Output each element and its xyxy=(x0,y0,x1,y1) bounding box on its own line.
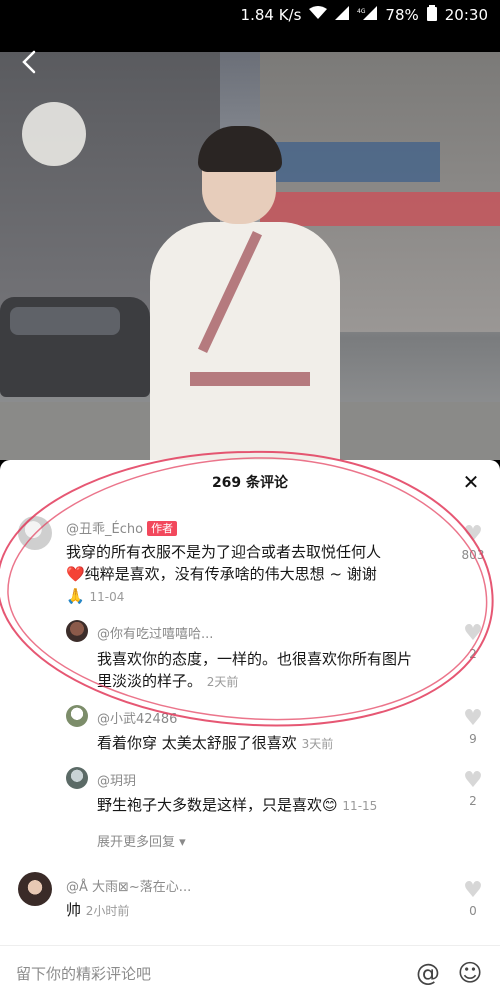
avatar[interactable] xyxy=(66,767,88,789)
heart-icon[interactable]: ♥ xyxy=(458,708,488,730)
comment-username[interactable]: @丑乖_Écho 作者 xyxy=(66,518,178,537)
reply-item: @你有吃过嘻嘻哈... 我喜欢你的态度，一样的。也很喜欢你所有图片 里淡淡的样子… xyxy=(0,620,500,692)
comment-username[interactable]: @小武42486 xyxy=(97,708,177,727)
clock: 20:30 xyxy=(444,6,488,24)
signal-icon xyxy=(335,6,350,24)
comment-line: 看着你穿 太美太舒服了很喜欢 xyxy=(97,734,297,752)
heart-icon[interactable]: ♥ xyxy=(458,770,488,792)
like-count: 9 xyxy=(469,732,477,746)
comment-text: 看着你穿 太美太舒服了很喜欢 3天前 xyxy=(97,732,457,755)
emoji-icon[interactable]: ☺ xyxy=(456,959,484,987)
at-mention-icon[interactable]: @ xyxy=(414,959,442,987)
heart-icon[interactable]: ♥ xyxy=(458,880,488,902)
comment-text: 我穿的所有衣服不是为了迎合或者去取悦任何人 ❤️纯粹是喜欢，没有传承啥的伟大思想… xyxy=(66,541,446,608)
car-window xyxy=(10,307,120,335)
comment-line: ❤️纯粹是喜欢，没有传承啥的伟大思想 ~ 谢谢 xyxy=(66,565,377,583)
like-button[interactable]: ♥ 803 xyxy=(458,524,488,563)
author-badge: 作者 xyxy=(147,521,178,536)
comment-username[interactable]: @玥玥 xyxy=(97,770,136,789)
username-text[interactable]: @丑乖_Écho xyxy=(66,522,143,537)
avatar[interactable] xyxy=(66,620,88,642)
battery-icon xyxy=(426,5,437,25)
comment-time: 3天前 xyxy=(301,737,334,751)
video-preview[interactable] xyxy=(0,52,500,460)
like-button[interactable]: ♥ 2 xyxy=(458,770,488,809)
4g-signal-icon: 4G xyxy=(357,6,378,24)
avatar[interactable] xyxy=(66,705,88,727)
like-count: 803 xyxy=(461,548,485,562)
comment-text: 帅 2小时前 xyxy=(66,899,426,922)
comment-username[interactable]: @Å 大雨⊠~落在心... xyxy=(66,876,191,895)
comment-time: 2天前 xyxy=(206,675,239,689)
heart-icon[interactable]: ♥ xyxy=(458,524,488,546)
like-count: 2 xyxy=(469,794,477,808)
network-speed: 1.84 K/s xyxy=(240,6,302,24)
comment-line: 野生袍子大多数是这样，只是喜欢😊 xyxy=(97,796,338,814)
expand-label[interactable]: 展开更多回复 xyxy=(97,835,175,850)
expand-replies-button[interactable]: 展开更多回复 ▾ xyxy=(97,831,186,850)
like-button[interactable]: ♥ 9 xyxy=(458,708,488,747)
status-bar: 1.84 K/s 4G 78% 20:30 xyxy=(0,0,500,30)
heart-icon[interactable]: ♥ xyxy=(458,623,488,645)
like-count: 0 xyxy=(469,904,477,918)
comment-username[interactable]: @你有吃过嘻嘻哈... xyxy=(97,623,213,642)
caret-down-icon: ▾ xyxy=(179,835,186,850)
comment-time: 11-04 xyxy=(89,590,125,604)
comment-time: 11-15 xyxy=(342,799,378,813)
comment-line: 里淡淡的样子。 xyxy=(97,672,203,690)
back-button[interactable] xyxy=(16,48,44,76)
comment-line: 帅 xyxy=(66,901,82,919)
comment-item: @丑乖_Écho 作者 我穿的所有衣服不是为了迎合或者去取悦任何人 ❤️纯粹是喜欢… xyxy=(0,516,500,608)
background-sign xyxy=(22,102,86,166)
comment-text: 野生袍子大多数是这样，只是喜欢😊 11-15 xyxy=(97,794,457,817)
comments-count-title: 269 条评论 xyxy=(211,475,289,491)
comment-input-bar: 留下你的精彩评论吧 @ ☺ xyxy=(0,945,500,1000)
hair xyxy=(198,126,282,172)
comment-text: 我喜欢你的态度，一样的。也很喜欢你所有图片 里淡淡的样子。 2天前 xyxy=(97,648,457,693)
avatar[interactable] xyxy=(18,516,52,550)
comment-item: @Å 大雨⊠~落在心... 帅 2小时前 ♥ 0 xyxy=(0,872,500,934)
like-button[interactable]: ♥ 0 xyxy=(458,880,488,919)
like-count: 2 xyxy=(469,647,477,661)
robe-sash xyxy=(190,372,310,386)
reply-item: @玥玥 野生袍子大多数是这样，只是喜欢😊 11-15 ♥ 2 xyxy=(0,767,500,821)
chevron-left-icon xyxy=(22,50,36,74)
pray-emoji: 🙏 xyxy=(66,587,85,605)
background-car xyxy=(0,297,150,397)
comment-input[interactable]: 留下你的精彩评论吧 xyxy=(16,963,400,984)
battery-level: 78% xyxy=(385,6,419,24)
svg-text:4G: 4G xyxy=(357,8,366,15)
close-button[interactable]: ✕ xyxy=(460,471,482,493)
comment-line: 我穿的所有衣服不是为了迎合或者去取悦任何人 xyxy=(66,543,382,561)
comments-header: 269 条评论 ✕ xyxy=(0,460,500,504)
wifi-icon xyxy=(309,6,328,24)
like-button[interactable]: ♥ 2 xyxy=(458,623,488,662)
reply-item: @小武42486 看着你穿 太美太舒服了很喜欢 3天前 ♥ 9 xyxy=(0,705,500,757)
person-figure xyxy=(140,126,350,460)
comment-time: 2小时前 xyxy=(85,904,130,918)
comment-line: 我喜欢你的态度，一样的。也很喜欢你所有图片 xyxy=(97,650,413,668)
avatar[interactable] xyxy=(18,872,52,906)
